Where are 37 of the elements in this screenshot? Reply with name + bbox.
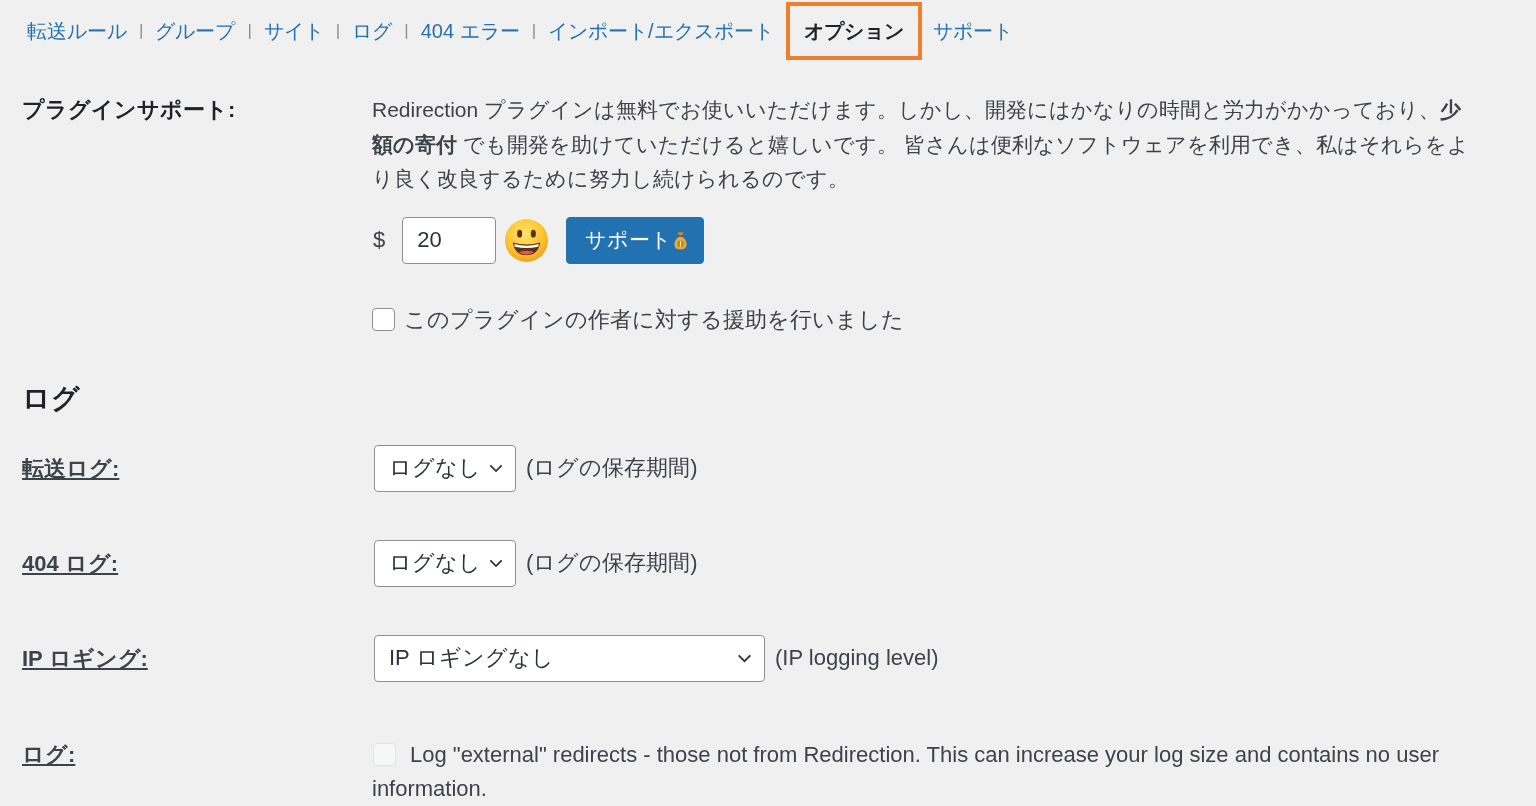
chevron-down-icon: [737, 653, 752, 663]
nav-separator: |: [247, 21, 252, 41]
field-label: 転送ログ:: [22, 454, 120, 483]
checkbox[interactable]: [372, 308, 395, 331]
support-button[interactable]: サポート: [566, 216, 705, 264]
smiley-icon: [505, 218, 549, 262]
hint-text: (ログの保存期間): [526, 549, 698, 577]
field-label: IP ロギング:: [22, 644, 148, 673]
nav-separator: |: [531, 21, 537, 41]
nav-separator: |: [335, 21, 341, 41]
nav-separator: |: [139, 21, 144, 41]
nav-link[interactable]: 転送ルール: [27, 17, 127, 45]
dropdown-select[interactable]: ログなし: [374, 539, 516, 587]
hint-text: (ログの保存期間): [526, 454, 698, 482]
checkbox-label: Log "external" redirects - those not from Redirection. This can increase your log size and contains no user information.: [372, 741, 1439, 801]
nav-link[interactable]: グループ: [155, 17, 236, 45]
section-heading: ログ: [22, 382, 81, 415]
nav-link[interactable]: ログ: [352, 17, 393, 45]
field-label: ログ:: [22, 740, 76, 769]
nav-link[interactable]: サイト: [263, 17, 324, 45]
dropdown-select[interactable]: IP ロギングなし: [374, 634, 765, 682]
nav-link[interactable]: 404 エラー: [420, 17, 520, 45]
nav-link[interactable]: オプション: [785, 2, 922, 60]
nav-link[interactable]: インポート/エクスポート: [548, 17, 774, 45]
field-label: プラグインサポート:: [22, 96, 237, 124]
field-label: 404 ログ:: [22, 549, 119, 578]
nav-separator: |: [404, 21, 409, 41]
nav-link[interactable]: サポート: [932, 17, 1013, 45]
hint-text: (IP logging level): [775, 645, 939, 671]
amount-input[interactable]: 20: [402, 216, 497, 264]
chevron-down-icon: [489, 463, 503, 473]
currency-symbol: $: [373, 227, 386, 253]
money-bag-icon: [674, 230, 688, 250]
support-paragraph: Redirection プラグインは無料でお使いいただけます。しかし、開発にはかなりの時間と労力がかかっており、少額の寄付 でも開発を助けていただけると嬉しいです。 皆さんは便利なソフトウェアを利用でき、私はそれらをより良く改良するために努力し続けられるのです。: [372, 97, 1470, 192]
checkbox-label: このプラグインの作者に対する援助を行いました: [404, 305, 904, 334]
chevron-down-icon: [489, 558, 503, 568]
dropdown-select[interactable]: ログなし: [374, 444, 516, 492]
